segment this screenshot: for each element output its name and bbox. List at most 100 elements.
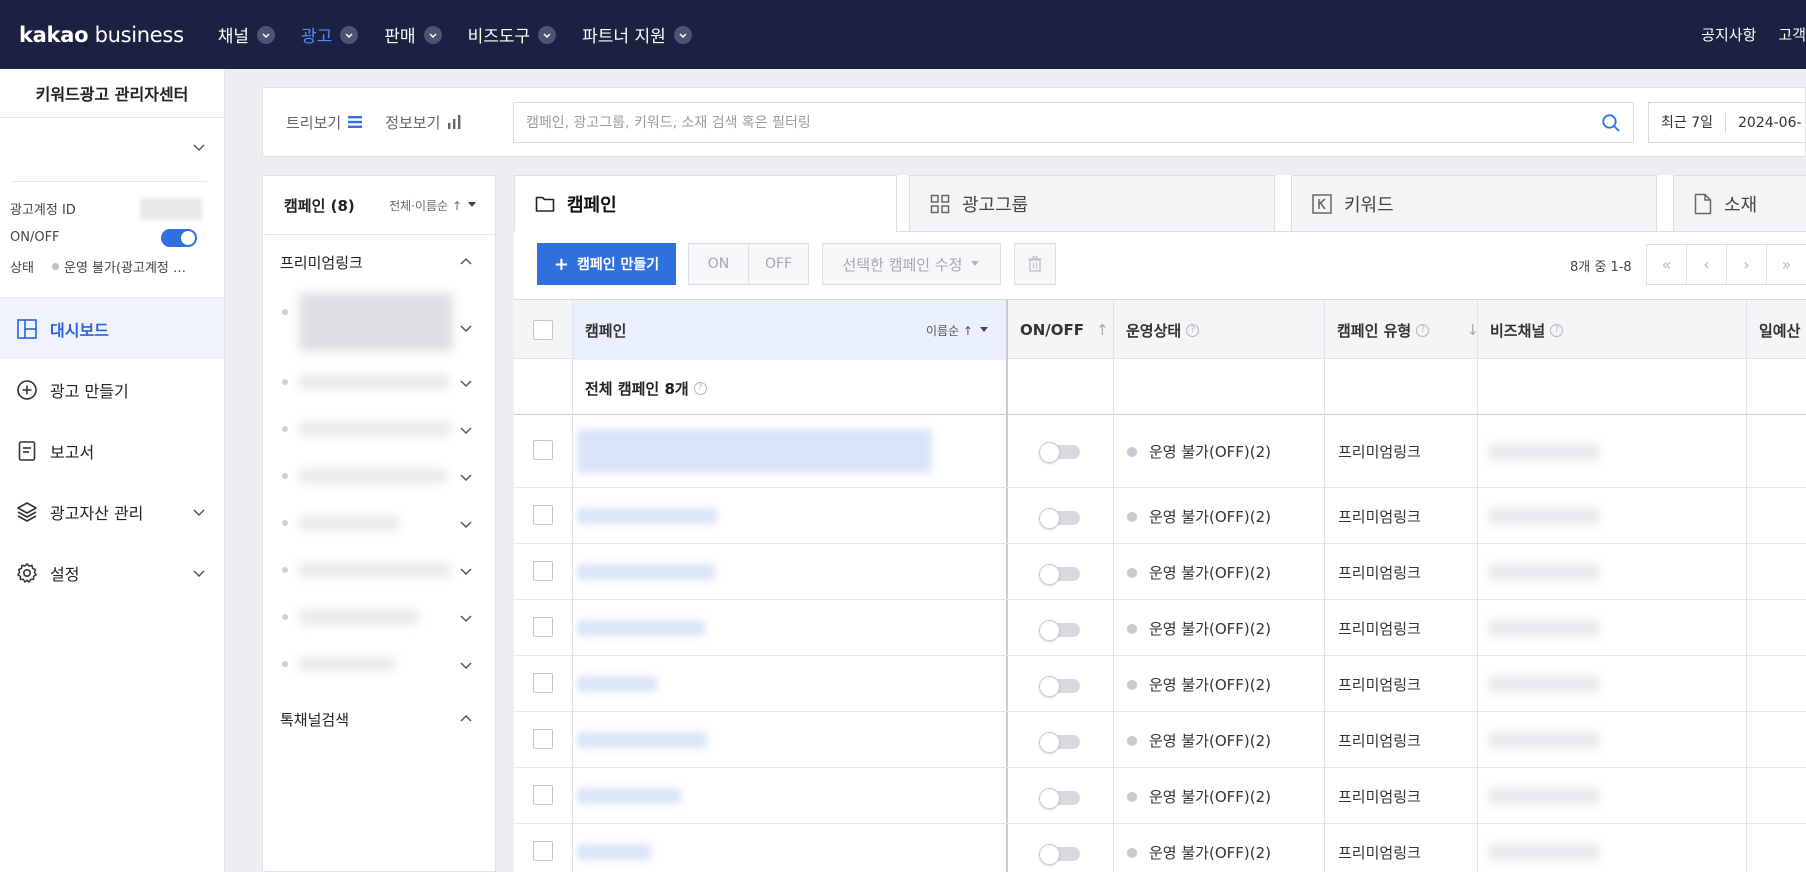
campaign-name-redacted[interactable] — [577, 844, 651, 860]
tab-keyword[interactable]: 키워드 — [1291, 175, 1657, 232]
nav-item-channel[interactable]: 채널 — [218, 22, 275, 47]
help-icon[interactable]: ? — [1186, 323, 1200, 337]
table-row[interactable]: 운영 불가(OFF)(2) 프리미엄링크 — [514, 600, 1806, 656]
dashboard-icon — [16, 318, 38, 340]
campaign-onoff-toggle[interactable] — [1039, 620, 1080, 641]
row-checkbox[interactable] — [533, 617, 553, 637]
tree-item[interactable] — [263, 547, 495, 594]
table-row[interactable]: 운영 불가(OFF)(2) 프리미엄링크 — [514, 544, 1806, 600]
nav-item-partner-support[interactable]: 파트너 지원 — [582, 22, 692, 47]
main-panel: 캠페인 광고그룹 키워드 소재 + 캠페인 만들기 ON OFF 선택한 캠페인… — [514, 175, 1806, 872]
tree-group-premium-link[interactable]: 프리미엄링크 — [263, 235, 495, 289]
tab-label: 광고그룹 — [962, 194, 1029, 216]
tab-ad-group[interactable]: 광고그룹 — [909, 175, 1275, 232]
account-onoff-toggle[interactable] — [161, 228, 197, 247]
search-input[interactable] — [526, 114, 1566, 131]
help-icon[interactable]: ? — [693, 382, 707, 395]
campaign-name-redacted[interactable] — [577, 508, 717, 524]
table-row[interactable]: 운영 불가(OFF)(2) 프리미엄링크 — [514, 656, 1806, 712]
on-button[interactable]: ON — [688, 243, 749, 285]
tree-item[interactable] — [263, 594, 495, 641]
campaign-name-redacted[interactable] — [577, 620, 705, 636]
customer-link[interactable]: 고객 — [1778, 24, 1806, 45]
campaign-status: 운영 불가(OFF)(2) — [1127, 842, 1271, 863]
table-row[interactable]: 운영 불가(OFF)(2) 프리미엄링크 — [514, 824, 1806, 872]
create-campaign-button[interactable]: + 캠페인 만들기 — [537, 243, 676, 285]
tree-sort-dropdown[interactable]: 전체·이름순 ↑ — [389, 197, 477, 214]
tree-item[interactable] — [263, 641, 495, 688]
campaign-onoff-toggle[interactable] — [1039, 788, 1080, 809]
tree-item-label-redacted — [299, 516, 399, 530]
chevron-down-icon — [673, 25, 692, 44]
row-checkbox[interactable] — [533, 729, 553, 749]
table-row[interactable]: 운영 불가(OFF)(2) 프리미엄링크 — [514, 415, 1806, 488]
campaign-status: 운영 불가(OFF)(2) — [1127, 786, 1271, 807]
help-icon[interactable]: ? — [1416, 323, 1430, 337]
campaign-onoff-toggle[interactable] — [1039, 732, 1080, 753]
first-page-button[interactable]: « — [1646, 244, 1687, 285]
chevron-down-icon — [459, 658, 473, 676]
sidebar-item-settings[interactable]: 설정 — [0, 542, 224, 603]
account-selector[interactable] — [0, 118, 224, 182]
tab-creative[interactable]: 소재 — [1673, 175, 1806, 232]
campaign-sort-dropdown[interactable]: 이름순 ↑ — [926, 322, 989, 339]
header-onoff[interactable]: ON/OFF ↑ — [1020, 300, 1109, 360]
prev-page-button[interactable]: ‹ — [1686, 244, 1727, 285]
kakao-business-logo[interactable]: kakao business — [19, 23, 184, 47]
sidebar-item-report[interactable]: 보고서 — [0, 420, 224, 481]
select-all-checkbox[interactable] — [533, 320, 553, 340]
search-icon[interactable] — [1601, 113, 1621, 137]
sidebar-item-dashboard[interactable]: 대시보드 — [0, 298, 224, 359]
tree-view-toggle[interactable]: 트리보기 — [286, 112, 363, 133]
campaign-onoff-toggle[interactable] — [1039, 442, 1080, 463]
row-checkbox[interactable] — [533, 841, 553, 861]
off-button[interactable]: OFF — [748, 243, 809, 285]
chevron-down-icon — [459, 470, 473, 488]
date-range-selector[interactable]: 최근 7일 2024-06- — [1648, 102, 1806, 143]
tab-campaign[interactable]: 캠페인 — [514, 175, 897, 232]
tree-item[interactable] — [263, 453, 495, 500]
header-status[interactable]: 운영상태 ? — [1126, 300, 1200, 360]
campaign-name-redacted[interactable] — [577, 676, 657, 692]
last-page-button[interactable]: » — [1766, 244, 1806, 285]
tree-item[interactable] — [263, 500, 495, 547]
table-row[interactable]: 운영 불가(OFF)(2) 프리미엄링크 — [514, 488, 1806, 544]
campaign-name-redacted[interactable] — [577, 732, 707, 748]
tree-item-bullet — [282, 661, 288, 667]
header-campaign-type[interactable]: 캠페인 유형 ? ↓ — [1337, 300, 1487, 360]
table-row[interactable]: 운영 불가(OFF)(2) 프리미엄링크 — [514, 768, 1806, 824]
row-checkbox[interactable] — [533, 785, 553, 805]
delete-button[interactable] — [1014, 243, 1056, 285]
tree-group-talk-channel-search[interactable]: 톡채널검색 — [263, 692, 495, 746]
tree-item[interactable] — [263, 406, 495, 453]
campaign-onoff-toggle[interactable] — [1039, 508, 1080, 529]
row-checkbox[interactable] — [533, 673, 553, 693]
search-box — [513, 102, 1634, 143]
notice-link[interactable]: 공지사항 — [1701, 24, 1756, 45]
row-checkbox[interactable] — [533, 440, 553, 460]
campaign-onoff-toggle[interactable] — [1039, 564, 1080, 585]
campaign-onoff-toggle[interactable] — [1039, 676, 1080, 697]
campaign-name-redacted[interactable] — [577, 788, 681, 804]
nav-item-sales[interactable]: 판매 — [384, 22, 442, 47]
tree-item[interactable] — [263, 359, 495, 406]
help-icon[interactable]: ? — [1550, 323, 1564, 337]
row-checkbox[interactable] — [533, 505, 553, 525]
nav-item-biz-tools[interactable]: 비즈도구 — [468, 22, 557, 47]
sidebar-item-create-ad[interactable]: 광고 만들기 — [0, 359, 224, 420]
header-biz-channel[interactable]: 비즈채널 ? — [1490, 300, 1564, 360]
table-row[interactable]: 운영 불가(OFF)(2) 프리미엄링크 — [514, 712, 1806, 768]
campaign-name-redacted[interactable] — [577, 429, 932, 473]
campaign-name-redacted[interactable] — [577, 564, 715, 580]
campaign-status: 운영 불가(OFF)(2) — [1127, 506, 1271, 527]
header-campaign[interactable]: 캠페인 이름순 ↑ — [572, 300, 1006, 360]
info-view-toggle[interactable]: 정보보기 — [385, 112, 462, 133]
nav-item-ads[interactable]: 광고 — [301, 22, 359, 47]
next-page-button[interactable]: › — [1726, 244, 1767, 285]
edit-selected-campaign-button[interactable]: 선택한 캠페인 수정 — [822, 243, 1001, 285]
sidebar-item-asset-management[interactable]: 광고자산 관리 — [0, 481, 224, 542]
row-checkbox[interactable] — [533, 561, 553, 581]
campaign-onoff-toggle[interactable] — [1039, 844, 1080, 865]
tree-item[interactable] — [263, 289, 495, 359]
header-daily-budget[interactable]: 일예산 — [1759, 300, 1800, 360]
